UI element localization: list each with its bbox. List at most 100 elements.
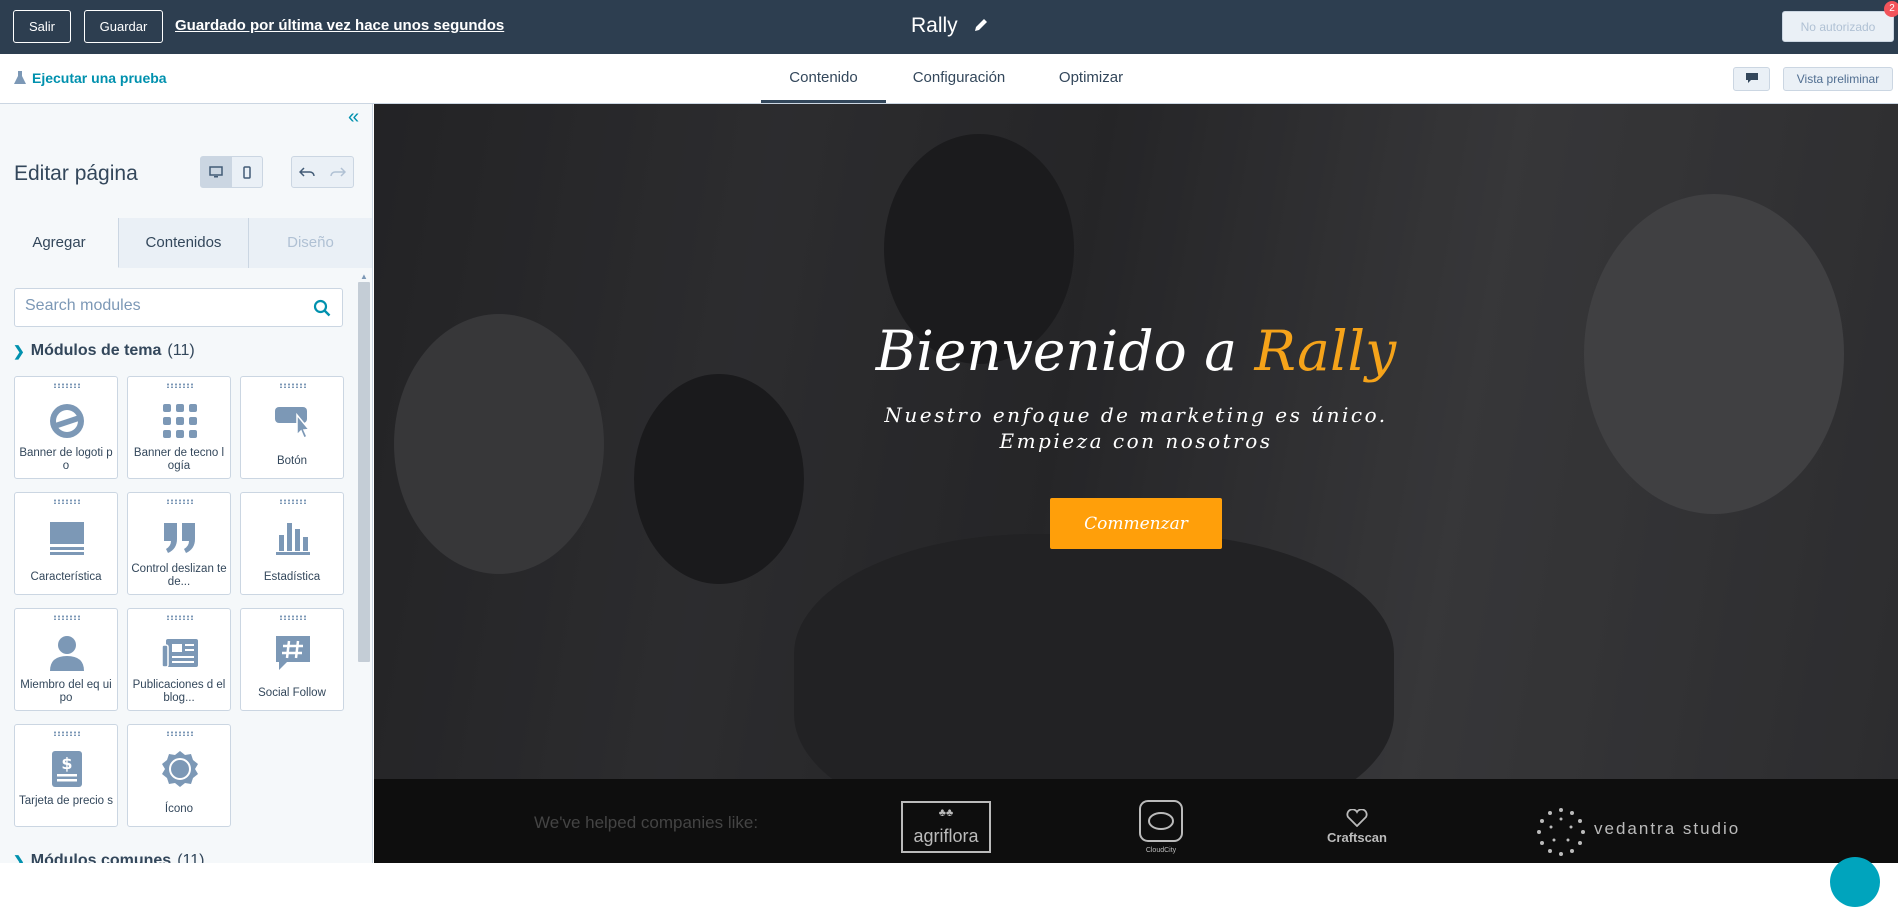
redo-icon: [330, 167, 346, 177]
search-input[interactable]: [25, 297, 295, 315]
collapse-sidebar-icon[interactable]: «: [348, 107, 368, 128]
sidebar-title: Editar página: [14, 162, 138, 185]
drag-handle-icon[interactable]: [166, 499, 194, 504]
view-toggle: [200, 156, 263, 188]
search-icon[interactable]: [313, 299, 331, 317]
run-test-label: Ejecutar una prueba: [32, 70, 167, 86]
module-statistic[interactable]: Estadística: [240, 492, 344, 595]
drag-handle-icon[interactable]: [53, 615, 81, 620]
common-modules-header[interactable]: ❯ Módulos comunes (11): [13, 852, 204, 863]
exit-button[interactable]: Salir: [13, 10, 71, 43]
group-title: Módulos comunes: [30, 852, 172, 863]
module-logo-banner[interactable]: Banner de logoti po: [14, 376, 118, 479]
logo-cloudcity: CloudCity: [1136, 799, 1186, 854]
tab-contenidos[interactable]: Contenidos: [119, 218, 249, 268]
module-label: Ícono: [164, 803, 194, 815]
svg-text:$: $: [61, 754, 72, 773]
cloud-icon: [1139, 800, 1183, 842]
module-slider[interactable]: Control deslizan te de...: [127, 492, 231, 595]
module-label: Estadística: [263, 571, 321, 583]
scrollbar-thumb[interactable]: [358, 282, 370, 662]
group-count: (11): [167, 342, 195, 359]
tree-icon: ♣♣: [938, 807, 954, 819]
tab-contenido[interactable]: Contenido: [761, 54, 886, 103]
quote-icon: [164, 523, 195, 553]
module-icon[interactable]: Ícono: [127, 724, 231, 827]
hero-title: Bienvenido a Rally: [374, 319, 1898, 383]
chevron-down-icon: ❯: [13, 342, 25, 359]
search-box: [14, 288, 343, 327]
sidebar-scrollbar[interactable]: ▲: [357, 272, 371, 863]
module-button[interactable]: Botón: [240, 376, 344, 479]
tab-diseno[interactable]: Diseño: [249, 218, 372, 268]
drag-handle-icon[interactable]: [53, 499, 81, 504]
comments-button[interactable]: [1733, 67, 1770, 91]
run-test-link[interactable]: Ejecutar una prueba: [14, 70, 167, 86]
logo-text: CloudCity: [1145, 847, 1177, 854]
module-social-follow[interactable]: Social Follow: [240, 608, 344, 711]
drag-handle-icon[interactable]: [166, 731, 194, 736]
tab-agregar[interactable]: Agregar: [0, 218, 119, 268]
flask-icon: [14, 71, 26, 84]
hero-subtitle-line: Nuestro enfoque de marketing es único.: [884, 403, 1388, 427]
pencil-icon[interactable]: [973, 17, 989, 33]
drag-handle-icon[interactable]: [279, 499, 307, 504]
logo-craftscan: Craftscan: [1322, 808, 1392, 845]
module-price-card[interactable]: $ Tarjeta de precio s: [14, 724, 118, 827]
logo-text: agriflora: [913, 826, 979, 846]
tab-optimizar[interactable]: Optimizar: [1048, 54, 1134, 103]
drag-handle-icon[interactable]: [166, 615, 194, 620]
logo-vedantra-studio: vedantra studio: [1536, 807, 1746, 857]
drag-handle-icon[interactable]: [53, 731, 81, 736]
desktop-view-button[interactable]: [201, 157, 232, 187]
editor-toolbar: Ejecutar una prueba Contenido Configurac…: [0, 54, 1898, 104]
module-label: Social Follow: [258, 687, 326, 699]
unauthorized-button[interactable]: No autorizado: [1782, 11, 1894, 42]
notification-badge[interactable]: 2: [1884, 1, 1898, 17]
logo-agriflora: ♣♣ agriflora: [901, 801, 991, 853]
logos-section[interactable]: We've helped companies like: ♣♣ agriflor…: [374, 779, 1898, 863]
module-label: Banner de tecno logía: [133, 447, 225, 472]
mobile-view-button[interactable]: [232, 157, 263, 187]
redo-button[interactable]: [323, 157, 354, 187]
module-label: Banner de logoti po: [19, 447, 113, 472]
hero-section[interactable]: Bienvenido a Rally Nuestro enfoque de ma…: [374, 104, 1898, 834]
undo-redo-group: [291, 156, 354, 188]
undo-icon: [299, 167, 315, 177]
module-label: Característica: [30, 571, 102, 583]
last-saved-link[interactable]: Guardado por última vez hace unos segund…: [175, 17, 504, 34]
sidebar-tabs: Agregar Contenidos Diseño: [0, 218, 372, 268]
hero-cta-button[interactable]: Commenzar: [1050, 498, 1222, 549]
price-card-icon: $: [52, 751, 82, 787]
module-team-member[interactable]: Miembro del eq uipo: [14, 608, 118, 711]
drag-handle-icon[interactable]: [53, 383, 81, 388]
group-title: Módulos de tema: [30, 342, 162, 359]
chat-widget-button[interactable]: [1830, 857, 1880, 907]
preview-button[interactable]: Vista preliminar: [1783, 67, 1893, 91]
person-icon: [50, 636, 84, 671]
theme-modules-header[interactable]: ❯ Módulos de tema (11): [13, 342, 195, 360]
drag-handle-icon[interactable]: [279, 615, 307, 620]
hashtag-icon: [276, 636, 310, 670]
comment-icon: [1745, 72, 1758, 83]
save-button[interactable]: Guardar: [84, 10, 163, 43]
module-blog-posts[interactable]: Publicaciones d el blog...: [127, 608, 231, 711]
badge-icon: [162, 751, 198, 787]
drag-handle-icon[interactable]: [279, 383, 307, 388]
module-feature[interactable]: Característica: [14, 492, 118, 595]
undo-button[interactable]: [292, 157, 323, 187]
desktop-icon: [209, 166, 223, 178]
bar-chart-icon: [276, 523, 310, 555]
module-label: Control deslizan te de...: [131, 563, 227, 588]
grid-icon: [163, 404, 197, 438]
drag-handle-icon[interactable]: [166, 383, 194, 388]
module-tech-banner[interactable]: Banner de tecno logía: [127, 376, 231, 479]
module-label: Publicaciones d el blog...: [132, 679, 226, 704]
scroll-up-icon[interactable]: ▲: [360, 272, 368, 281]
logo-text: Craftscan: [1327, 830, 1387, 845]
tab-configuracion[interactable]: Configuración: [900, 54, 1018, 103]
heart-icon: [1346, 808, 1368, 828]
page-name: Rally: [911, 14, 958, 37]
hero-title-text: Bienvenido a: [875, 319, 1255, 383]
mobile-icon: [243, 165, 251, 179]
